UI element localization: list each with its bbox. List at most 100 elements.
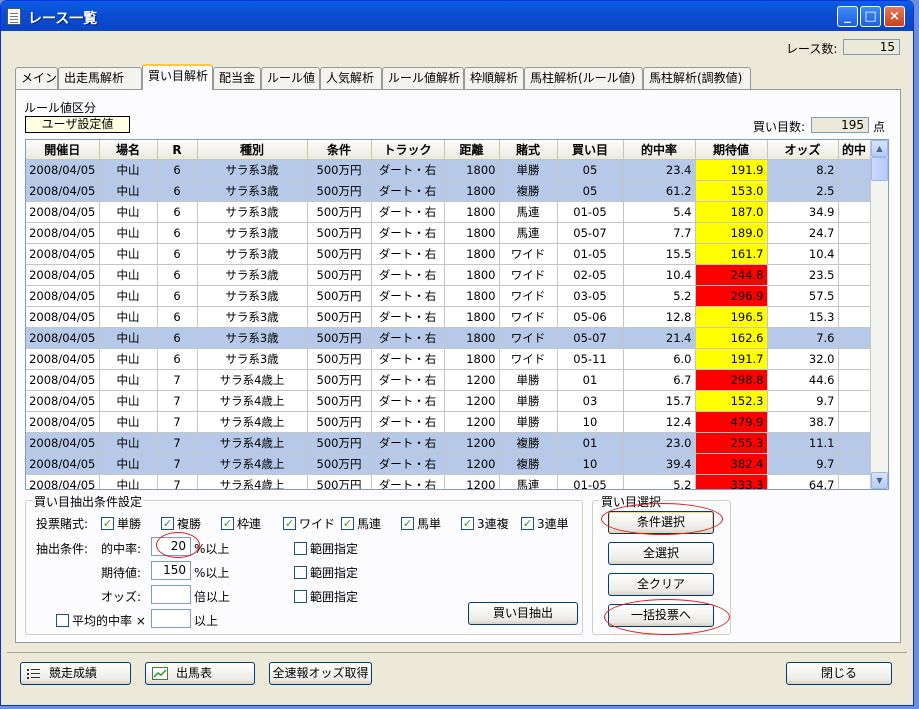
tab-frame-analysis[interactable]: 枠順解析 — [464, 67, 524, 89]
col-header-track[interactable]: トラック — [371, 140, 445, 160]
table-row[interactable]: 2008/04/05 中山 6 サラ系3歳 500万円 ダート・右 1800 馬連 05-07 7… — [26, 222, 871, 244]
cell-pick: 05 — [557, 180, 624, 202]
cell-expected-value: 479.9 — [695, 411, 768, 433]
expected-range-checkbox[interactable]: 範囲指定 — [294, 564, 358, 581]
condition-select-button[interactable]: 条件選択 — [608, 511, 714, 534]
race-results-button[interactable]: 競走成績 — [20, 662, 131, 685]
table-row[interactable]: 2008/04/05 中山 7 サラ系4歳上 500万円 ダート・右 1200 複勝 10 39.… — [26, 453, 871, 475]
table-row[interactable]: 2008/04/05 中山 7 サラ系4歳上 500万円 ダート・右 1200 複勝 01 23.… — [26, 432, 871, 454]
col-header-distance[interactable]: 距離 — [444, 140, 500, 160]
col-header-date[interactable]: 開催日 — [26, 140, 100, 160]
expected-value-input[interactable]: 150 — [151, 561, 191, 580]
chart-icon — [152, 667, 168, 680]
bet-grid[interactable]: 開催日 場名 R 種別 条件 トラック 距離 賭式 買い目 的中率 期待値 オッ… — [25, 139, 889, 490]
race-card-button[interactable]: 出馬表 — [145, 662, 255, 685]
tab-entry-analysis[interactable]: 出走馬解析 — [58, 67, 142, 89]
tab-rule-value[interactable]: ルール値 — [261, 67, 320, 89]
checkbox-icon[interactable] — [294, 542, 307, 555]
bet-type-checkbox[interactable]: ✓ 単勝 — [101, 515, 141, 532]
cell-hit — [838, 390, 871, 412]
tab-payout[interactable]: 配当金 — [213, 67, 261, 89]
table-row[interactable]: 2008/04/05 中山 6 サラ系3歳 500万円 ダート・右 1800 ワイド 05-06… — [26, 306, 871, 328]
bet-type-checkbox[interactable]: ✓ 馬連 — [341, 515, 381, 532]
scroll-down-icon[interactable]: ▼ — [871, 472, 888, 489]
col-header-odds[interactable]: オッズ — [767, 140, 839, 160]
close-button[interactable]: 閉じる — [786, 662, 892, 685]
close-window-button[interactable]: × — [884, 6, 905, 27]
table-row[interactable]: 2008/04/05 中山 6 サラ系3歳 500万円 ダート・右 1800 ワイド 02-05… — [26, 264, 871, 286]
table-row[interactable]: 2008/04/05 中山 6 サラ系3歳 500万円 ダート・右 1800 ワイド 05-11… — [26, 348, 871, 370]
col-header-hit[interactable]: 的中 — [838, 140, 871, 160]
cell-expected-value: 187.0 — [695, 201, 768, 223]
bet-type-checkbox[interactable]: ✓ 複勝 — [161, 515, 201, 532]
col-header-bet-type[interactable]: 賭式 — [499, 140, 558, 160]
odds-input[interactable] — [151, 585, 191, 604]
cell-distance: 1800 — [444, 348, 500, 370]
col-header-race[interactable]: R — [157, 140, 198, 160]
cell-place: 中山 — [99, 327, 158, 349]
odds-range-checkbox[interactable]: 範囲指定 — [294, 588, 358, 605]
table-row[interactable]: 2008/04/05 中山 6 サラ系3歳 500万円 ダート・右 1800 複勝 05 61.2… — [26, 180, 871, 202]
hit-rate-range-checkbox[interactable]: 範囲指定 — [294, 540, 358, 557]
bet-type-checkbox[interactable]: ✓ 3連複 — [461, 515, 509, 532]
race-count-value: 15 — [843, 39, 900, 55]
average-hit-rate-checkbox[interactable]: 平均的中率 × — [56, 612, 146, 629]
checkbox-icon[interactable]: ✓ — [401, 517, 414, 530]
get-all-odds-button[interactable]: 全速報オッズ取得 — [269, 662, 372, 685]
cell-expected-value: 189.0 — [695, 222, 768, 244]
table-row[interactable]: 2008/04/05 中山 6 サラ系3歳 500万円 ダート・右 1800 馬連 01-05 5… — [26, 201, 871, 223]
checkbox-icon[interactable]: ✓ — [161, 517, 174, 530]
checkbox-icon[interactable]: ✓ — [283, 517, 296, 530]
bet-type-checkbox[interactable]: ✓ ワイド — [283, 515, 335, 532]
average-hit-rate-input[interactable] — [151, 609, 191, 628]
cell-kind: サラ系4歳上 — [197, 453, 308, 475]
tab-buy-analysis[interactable]: 買い目解析 — [142, 64, 213, 90]
checkbox-icon[interactable] — [294, 590, 307, 603]
bet-type-checkbox[interactable]: ✓ 枠連 — [221, 515, 261, 532]
checkbox-icon[interactable]: ✓ — [341, 517, 354, 530]
cell-track: ダート・右 — [371, 453, 445, 475]
cell-bet-type: ワイド — [499, 243, 558, 265]
checkbox-icon[interactable]: ✓ — [521, 517, 534, 530]
title-bar[interactable]: レース一覧 _ □ × — [1, 1, 913, 31]
table-row[interactable]: 2008/04/05 中山 7 サラ系4歳上 500万円 ダート・右 1200 馬連 01-05… — [26, 474, 871, 489]
col-header-place[interactable]: 場名 — [99, 140, 158, 160]
table-row[interactable]: 2008/04/05 中山 7 サラ系4歳上 500万円 ダート・右 1200 単勝 01 6.7… — [26, 369, 871, 391]
grid-scrollbar[interactable]: ▲ ▼ — [871, 140, 888, 489]
col-header-pick[interactable]: 買い目 — [557, 140, 624, 160]
table-row[interactable]: 2008/04/05 中山 6 サラ系3歳 500万円 ダート・右 1800 ワイド 05-07… — [26, 327, 871, 349]
checkbox-icon[interactable]: ✓ — [101, 517, 114, 530]
cell-distance: 1800 — [444, 180, 500, 202]
cell-distance: 1800 — [444, 159, 500, 181]
checkbox-icon[interactable] — [56, 614, 69, 627]
tab-horse-rule[interactable]: 馬柱解析(ルール値) — [524, 67, 643, 89]
checkbox-icon[interactable] — [294, 566, 307, 579]
table-row[interactable]: 2008/04/05 中山 7 サラ系4歳上 500万円 ダート・右 1200 単勝 10 12.… — [26, 411, 871, 433]
col-header-condition[interactable]: 条件 — [307, 140, 372, 160]
checkbox-icon[interactable]: ✓ — [221, 517, 234, 530]
select-all-button[interactable]: 全選択 — [608, 542, 714, 565]
col-header-hit-rate[interactable]: 的中率 — [623, 140, 696, 160]
table-row[interactable]: 2008/04/05 中山 6 サラ系3歳 500万円 ダート・右 1800 単勝 05 23.4… — [26, 159, 871, 181]
cell-bet-type: 馬連 — [499, 222, 558, 244]
tab-popularity[interactable]: 人気解析 — [320, 67, 382, 89]
tab-main[interactable]: メイン — [15, 67, 58, 89]
table-row[interactable]: 2008/04/05 中山 6 サラ系3歳 500万円 ダート・右 1800 ワイド 03-05… — [26, 285, 871, 307]
col-header-kind[interactable]: 種別 — [197, 140, 308, 160]
scroll-thumb[interactable] — [871, 157, 888, 181]
checkbox-icon[interactable]: ✓ — [461, 517, 474, 530]
tab-horse-training[interactable]: 馬柱解析(調教値) — [643, 67, 751, 89]
clear-all-button[interactable]: 全クリア — [608, 573, 714, 596]
extract-bets-button[interactable]: 買い目抽出 — [468, 602, 578, 625]
hit-rate-input[interactable]: 20 — [151, 537, 191, 556]
scroll-up-icon[interactable]: ▲ — [871, 140, 888, 157]
table-row[interactable]: 2008/04/05 中山 6 サラ系3歳 500万円 ダート・右 1800 ワイド 01-05… — [26, 243, 871, 265]
tab-rule-analysis[interactable]: ルール値解析 — [382, 67, 464, 89]
bulk-vote-button[interactable]: 一括投票へ — [608, 604, 714, 627]
minimize-button[interactable]: _ — [837, 6, 858, 27]
bet-type-checkbox[interactable]: ✓ 3連単 — [521, 515, 569, 532]
col-header-expected-value[interactable]: 期待値 — [695, 140, 768, 160]
bet-type-checkbox[interactable]: ✓ 馬単 — [401, 515, 441, 532]
table-row[interactable]: 2008/04/05 中山 7 サラ系4歳上 500万円 ダート・右 1200 単勝 03 15.… — [26, 390, 871, 412]
maximize-button[interactable]: □ — [860, 6, 881, 27]
